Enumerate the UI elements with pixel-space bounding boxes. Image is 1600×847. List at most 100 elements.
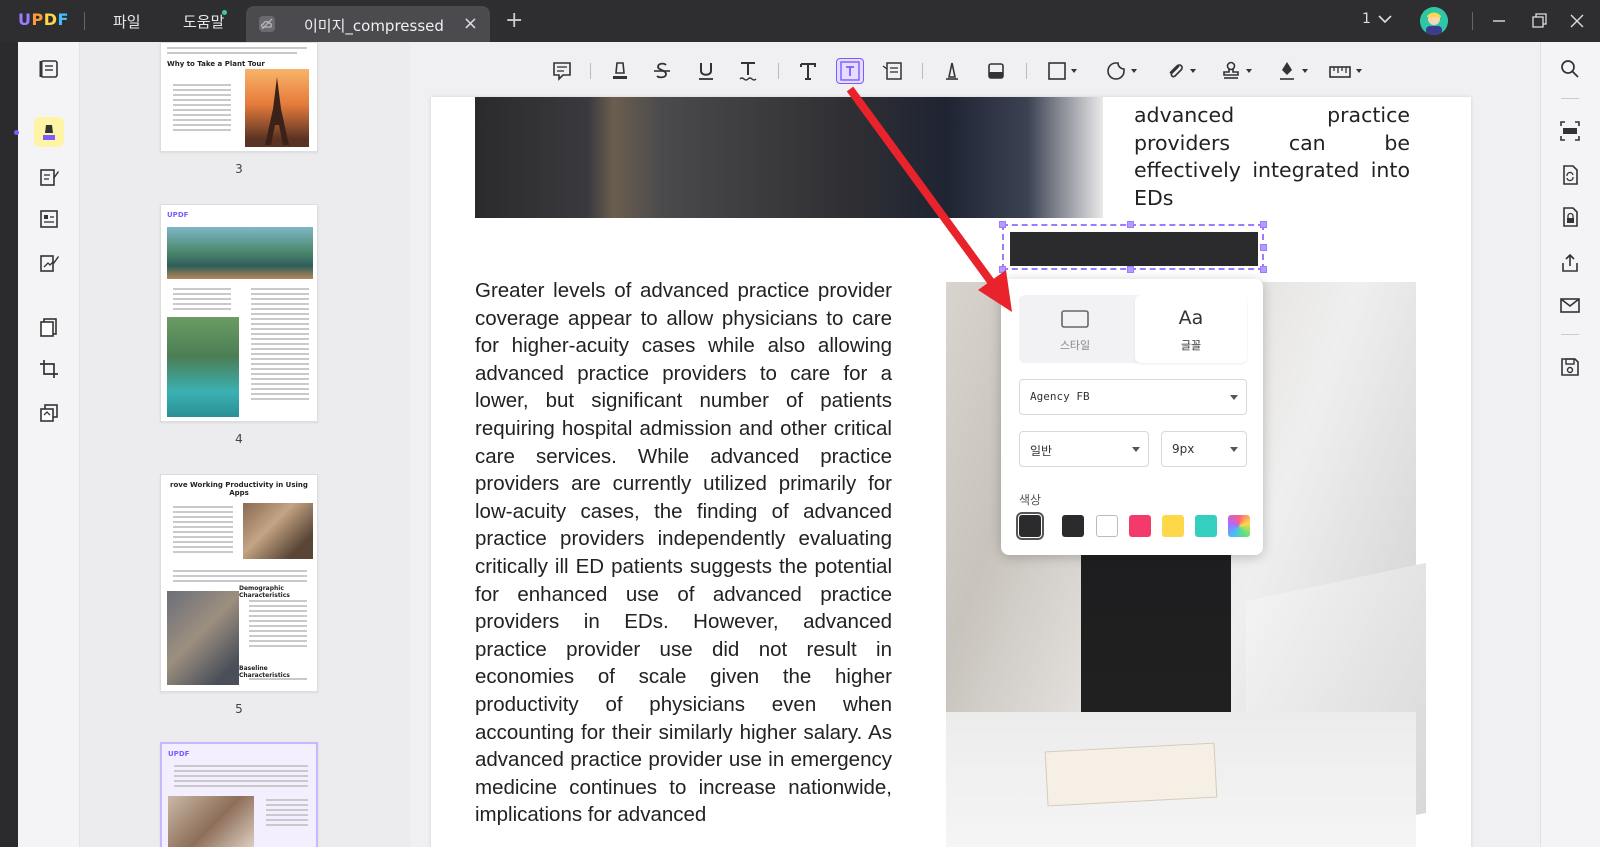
edit-mode-button[interactable]	[34, 162, 64, 192]
text-comment-tool[interactable]	[794, 58, 822, 84]
color-swatch-white[interactable]	[1096, 515, 1118, 537]
restore-icon[interactable]	[1528, 10, 1550, 32]
tab-font[interactable]: Aa 글꼴	[1135, 295, 1247, 363]
color-swatch-teal[interactable]	[1195, 515, 1217, 537]
stamp-tool[interactable]	[1216, 58, 1256, 84]
convert-button[interactable]	[1555, 160, 1585, 190]
ruler-icon	[1329, 66, 1351, 78]
text-box-tool[interactable]	[836, 58, 864, 84]
color-swatch-yellow[interactable]	[1162, 515, 1184, 537]
comment-mode-button[interactable]	[34, 117, 64, 147]
thumbnail-page-5[interactable]: rove Working Productivity in Using Apps …	[160, 474, 318, 692]
pdf-page: advanced practice providers can be effec…	[431, 97, 1471, 847]
page-thumbnails-panel: Why to Take a Plant Tour 3 UPDF 4 rove W…	[80, 42, 410, 847]
save-button[interactable]	[1555, 352, 1585, 382]
color-swatch-red[interactable]	[1129, 515, 1151, 537]
signature-tool[interactable]	[1272, 58, 1312, 84]
thumbnail-page-6[interactable]: UPDF	[160, 742, 318, 847]
highlight-tool[interactable]	[606, 58, 634, 84]
laptop-photo	[475, 97, 1103, 218]
menu-file[interactable]: 파일	[113, 11, 141, 32]
underline-tool[interactable]	[692, 58, 720, 84]
sticker-tool[interactable]	[1100, 58, 1142, 84]
sticker-icon	[1107, 62, 1125, 80]
font-family-select[interactable]: Agency FB	[1019, 379, 1247, 415]
form-icon	[40, 210, 58, 228]
callout-icon	[882, 62, 902, 80]
pen-nib-icon	[1280, 62, 1294, 80]
font-weight-select[interactable]: 일반	[1019, 431, 1149, 467]
eraser-tool[interactable]	[982, 58, 1010, 84]
divider	[922, 63, 923, 79]
sticky-note-icon	[553, 62, 571, 81]
crop-pages-button[interactable]	[34, 354, 64, 384]
page-tools-button[interactable]	[34, 398, 64, 428]
document-tab[interactable]: 이미지_compressed ×	[246, 6, 490, 42]
text-callout-tool[interactable]	[878, 58, 906, 84]
pencil-tool[interactable]	[938, 58, 966, 84]
organize-pages-button[interactable]	[34, 312, 64, 342]
eiffel-tower-image	[245, 69, 309, 147]
chevron-down-icon	[1132, 447, 1140, 452]
pages-icon	[40, 318, 57, 337]
strikethrough-icon	[654, 62, 670, 79]
reader-mode-button[interactable]	[34, 54, 64, 84]
menu-help[interactable]: 도움말	[183, 11, 224, 32]
color-swatch-black[interactable]	[1062, 515, 1084, 537]
form-mode-button[interactable]	[34, 204, 64, 234]
office-meeting-image	[243, 503, 313, 559]
font-size-select[interactable]: 9px	[1161, 431, 1247, 467]
page-body-text[interactable]: Greater levels of advanced practice prov…	[475, 277, 892, 829]
eraser-icon	[988, 63, 1004, 79]
page-number-5: 5	[235, 702, 243, 716]
email-button[interactable]	[1555, 290, 1585, 320]
resize-handle[interactable]	[999, 221, 1006, 228]
font-family-value: Agency FB	[1030, 390, 1090, 403]
measure-tool[interactable]	[1324, 58, 1366, 84]
convert-icon	[1563, 165, 1578, 185]
mail-icon	[1560, 298, 1580, 313]
fill-sign-button[interactable]	[34, 248, 64, 278]
minimize-icon[interactable]	[1488, 10, 1510, 32]
thumbnail-heading: Why to Take a Plant Tour	[167, 60, 265, 68]
shape-tool[interactable]	[1042, 58, 1082, 84]
close-window-icon[interactable]	[1566, 10, 1588, 32]
title-bar: UPDF 파일 도움말 이미지_compressed × + 1	[0, 0, 1600, 42]
squiggly-tool[interactable]	[734, 58, 762, 84]
font-glyph-icon: Aa	[1178, 307, 1204, 329]
tab-style[interactable]: 스타일	[1019, 295, 1131, 363]
divider	[84, 12, 85, 30]
resize-handle[interactable]	[1260, 221, 1267, 228]
left-tool-rail	[14, 42, 80, 847]
new-tab-button[interactable]: +	[505, 8, 523, 33]
resize-handle[interactable]	[1260, 244, 1267, 251]
share-icon	[1562, 253, 1578, 272]
chevron-down-icon[interactable]	[1376, 12, 1394, 26]
close-tab-icon[interactable]: ×	[463, 13, 478, 34]
page-text-top-right[interactable]: advanced practice providers can be effec…	[1134, 102, 1410, 212]
resize-handle[interactable]	[999, 266, 1006, 273]
user-avatar[interactable]	[1420, 7, 1448, 35]
color-picker-rainbow[interactable]	[1228, 515, 1250, 537]
active-indicator	[14, 130, 19, 135]
protect-button[interactable]	[1555, 202, 1585, 232]
highlighter-icon	[613, 62, 627, 79]
resize-handle[interactable]	[1127, 266, 1134, 273]
attachment-tool[interactable]	[1160, 58, 1200, 84]
resize-handle[interactable]	[1127, 221, 1134, 228]
divider	[1026, 63, 1027, 79]
resize-handle[interactable]	[1260, 266, 1267, 273]
ocr-button[interactable]	[1555, 116, 1585, 146]
sticky-note-tool[interactable]	[548, 58, 576, 84]
color-swatch-selected[interactable]	[1016, 512, 1044, 540]
font-weight-value: 일반	[1030, 444, 1053, 458]
thumbnail-page-3[interactable]: Why to Take a Plant Tour	[160, 42, 318, 152]
search-button[interactable]	[1555, 54, 1585, 84]
color-label: 색상	[1019, 493, 1042, 507]
thumbnail-page-4[interactable]: UPDF	[160, 204, 318, 422]
tab-style-label: 스타일	[1059, 339, 1091, 352]
laptop-workers-image	[167, 591, 239, 685]
strikethrough-tool[interactable]	[648, 58, 676, 84]
selected-text-box[interactable]	[999, 221, 1267, 273]
share-button[interactable]	[1555, 248, 1585, 278]
